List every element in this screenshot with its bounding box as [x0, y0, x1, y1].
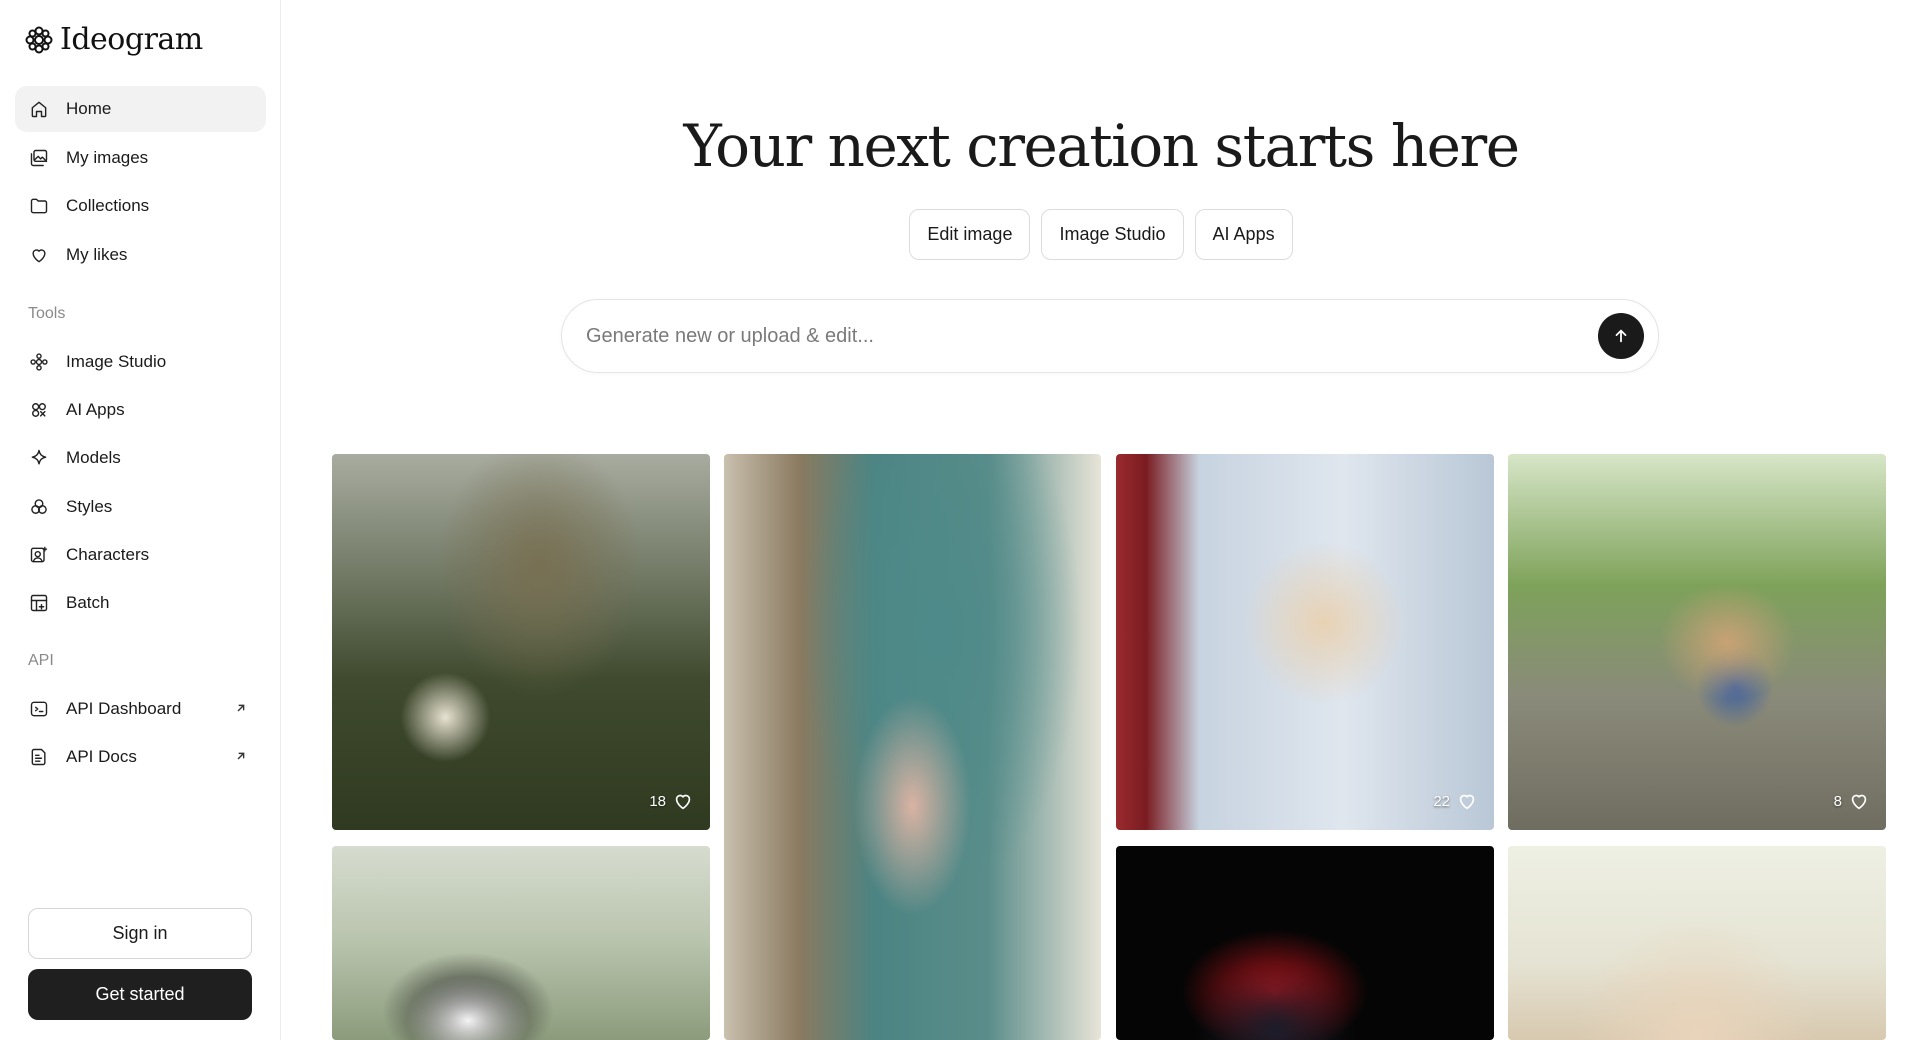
tools-section-label: Tools	[28, 305, 66, 322]
like-count[interactable]: 22	[1433, 790, 1478, 812]
ai-apps-button[interactable]: AI Apps	[1194, 209, 1293, 260]
apps-icon	[28, 399, 50, 421]
heart-icon	[675, 794, 691, 810]
external-link-icon	[234, 700, 250, 716]
sidebar: Ideogram Home My images Collections My l…	[0, 0, 281, 1040]
nav-item-api-docs[interactable]: API Docs	[15, 734, 266, 780]
folder-icon	[28, 195, 50, 217]
heart-icon	[1851, 794, 1867, 810]
images-icon	[28, 147, 50, 169]
nav-label: Batch	[66, 593, 110, 612]
like-count[interactable]: 18	[649, 790, 694, 812]
like-count-value: 22	[1433, 792, 1450, 810]
nav-label: My images	[66, 148, 149, 167]
prompt-input[interactable]	[586, 300, 1546, 372]
nav-label: Characters	[66, 545, 150, 564]
gallery-image-panda[interactable]	[332, 846, 710, 1040]
sign-in-button[interactable]: Sign in	[28, 908, 252, 959]
nav-label: My likes	[66, 245, 128, 264]
nav-item-models[interactable]: Models	[15, 435, 266, 481]
nav-item-my-likes[interactable]: My likes	[15, 232, 266, 278]
studio-icon	[28, 351, 50, 373]
get-started-button[interactable]: Get started	[28, 969, 252, 1020]
nav-item-home[interactable]: Home	[15, 86, 266, 132]
heart-icon	[1459, 794, 1475, 810]
gallery-image-pug-park[interactable]: 8	[1508, 454, 1886, 830]
nav-item-batch[interactable]: Batch	[15, 580, 266, 626]
nav-label: Home	[66, 99, 112, 118]
gallery-image-boy-forest[interactable]: 18	[332, 454, 710, 830]
nav-label: API Dashboard	[66, 699, 182, 718]
nav-item-characters[interactable]: Characters	[15, 532, 266, 578]
batch-icon	[28, 592, 50, 614]
gallery-image-woman-door[interactable]	[724, 454, 1101, 1040]
nav-label: Models	[66, 448, 121, 467]
nav-item-api-dashboard[interactable]: API Dashboard	[15, 686, 266, 732]
nav-label: Styles	[66, 497, 113, 516]
quick-actions: Edit image Image Studio AI Apps	[282, 209, 1920, 260]
character-icon	[28, 544, 50, 566]
nav-item-image-studio[interactable]: Image Studio	[15, 339, 266, 385]
prompt-bar	[561, 299, 1659, 373]
page-title: Your next creation starts here	[683, 112, 1520, 180]
like-count[interactable]: 8	[1834, 790, 1870, 812]
ideogram-logo-icon	[25, 26, 53, 53]
external-link-icon	[234, 748, 250, 764]
logo-text: Ideogram	[60, 22, 203, 57]
submit-button[interactable]	[1598, 313, 1644, 359]
nav-label: Collections	[66, 196, 150, 215]
nav-item-ai-apps[interactable]: AI Apps	[15, 387, 266, 433]
heart-icon	[28, 244, 50, 266]
edit-image-button[interactable]: Edit image	[909, 209, 1031, 260]
like-count-value: 8	[1833, 792, 1842, 810]
api-section-label: API	[28, 652, 54, 669]
nav-item-my-images[interactable]: My images	[15, 135, 266, 181]
nav-item-collections[interactable]: Collections	[15, 183, 266, 229]
image-studio-button[interactable]: Image Studio	[1041, 209, 1184, 260]
gallery-image-dark-creature[interactable]	[1116, 846, 1494, 1040]
gallery-image-anime-girl[interactable]	[1508, 846, 1886, 1040]
sparkle-icon	[28, 447, 50, 469]
styles-icon	[28, 496, 50, 518]
terminal-icon	[28, 698, 50, 720]
nav-label: API Docs	[66, 747, 137, 766]
like-count-value: 18	[649, 792, 666, 810]
gallery-image-cat-crown[interactable]: 22	[1116, 454, 1494, 830]
nav-item-styles[interactable]: Styles	[15, 484, 266, 530]
home-icon	[28, 98, 50, 120]
nav-label: AI Apps	[66, 400, 125, 419]
arrow-up-icon	[1615, 329, 1627, 343]
docs-icon	[28, 746, 50, 768]
logo[interactable]: Ideogram	[24, 22, 203, 57]
nav-label: Image Studio	[66, 352, 167, 371]
